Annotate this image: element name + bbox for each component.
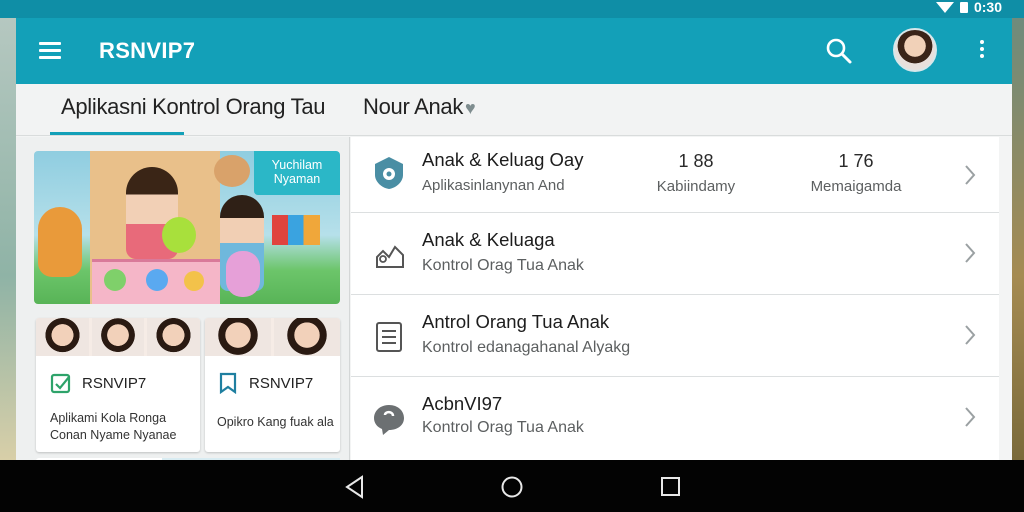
list-item-subtitle: Kontrol Orag Tua Anak <box>422 419 584 436</box>
check-square-icon <box>50 373 71 394</box>
stat-label: Memaigamda <box>810 178 902 195</box>
avatar[interactable] <box>893 28 937 72</box>
search-icon[interactable] <box>824 36 854 66</box>
shield-gear-icon <box>375 157 403 189</box>
list-icon <box>376 322 402 352</box>
feature-card[interactable]: RSNVIP7 Aplikami Kola Ronga Conan Nyame … <box>36 318 200 452</box>
feature-card[interactable]: RSNVIP7 Opikro Kang fuak ala <box>205 318 340 452</box>
hero-banner[interactable]: Yuchilam Nyaman <box>34 151 340 304</box>
status-bar: 0:30 <box>0 0 1024 18</box>
list-item-title: Antrol Orang Tua Anak <box>422 311 610 332</box>
card-description: Aplikami Kola Ronga Conan Nyame Nyanae <box>50 411 177 442</box>
tab-indicator <box>50 132 184 135</box>
list-item[interactable]: Antrol Orang Tua Anak Kontrol edanagahan… <box>351 295 999 377</box>
family-icon <box>376 245 404 268</box>
stat-value: 1 88 <box>678 151 714 171</box>
list-item-title: Anak & Keluaga <box>422 229 555 250</box>
list-item-title: AcbnVI97 <box>422 393 503 414</box>
card-photo-strip <box>36 318 200 356</box>
chevron-right-icon <box>965 165 976 185</box>
card-description: Opikro Kang fuak ala <box>217 415 334 429</box>
list-item[interactable]: Anak & Keluag Oay Aplikasinlanynan And 1… <box>351 137 999 213</box>
more-vert-icon[interactable] <box>978 40 986 62</box>
stat-block: 1 88 Kabiindamy <box>641 151 751 195</box>
app-window: RSNVIP7 Aplikasni Kontrol Orang Tau Nour… <box>16 18 1012 460</box>
stat-label: Kabiindamy <box>656 178 736 195</box>
hero-badge: Yuchilam Nyaman <box>254 151 340 195</box>
system-nav-bar <box>0 460 1024 512</box>
heart-icon: ♥ <box>465 98 476 118</box>
background-left <box>0 0 16 460</box>
stat-block: 1 76 Memaigamda <box>791 151 921 195</box>
card-title: RSNVIP7 <box>82 374 147 392</box>
left-pane: Yuchilam Nyaman RSNVIP7 Aplikami Kola Ro… <box>16 137 350 460</box>
tab-child-label: Nour Anak <box>363 94 464 119</box>
status-time: 0:30 <box>973 0 1002 15</box>
toy-blocks-image <box>272 215 320 245</box>
card-title: RSNVIP7 <box>249 374 314 392</box>
stat-value: 1 76 <box>838 151 874 171</box>
background-right <box>1010 0 1024 460</box>
back-icon[interactable] <box>342 474 368 500</box>
app-bar: RSNVIP7 <box>16 18 1012 84</box>
list-item-title: Anak & Keluag Oay <box>422 149 584 170</box>
list-item-subtitle: Aplikasinlanynan And <box>422 177 565 194</box>
wifi-icon <box>935 1 954 13</box>
recents-icon[interactable] <box>658 474 684 500</box>
tab-parental-control[interactable]: Aplikasni Kontrol Orang Tau <box>61 94 326 120</box>
battery-icon <box>959 1 968 13</box>
tab-bar: Aplikasni Kontrol Orang Tau Nour Anak ♥ <box>16 84 1012 136</box>
list-item[interactable]: Anak & Keluaga Kontrol Orag Tua Anak <box>351 213 999 295</box>
chevron-right-icon <box>965 243 976 263</box>
bookmark-icon <box>219 372 237 394</box>
teddy-bear-image <box>38 207 82 277</box>
chevron-right-icon <box>965 325 976 345</box>
list-item-subtitle: Kontrol edanagahanal Alyakg <box>422 339 631 356</box>
bear-toy-image <box>214 155 250 187</box>
list-item-subtitle: Kontrol Orag Tua Anak <box>422 257 584 274</box>
app-title: RSNVIP7 <box>99 38 196 63</box>
chat-icon <box>374 405 404 435</box>
tab-child[interactable]: Nour Anak ♥ <box>363 94 476 120</box>
menu-icon[interactable] <box>39 42 61 59</box>
card-photo-strip <box>205 318 340 356</box>
feature-list: Anak & Keluag Oay Aplikasinlanynan And 1… <box>351 137 999 460</box>
home-icon[interactable] <box>499 474 525 500</box>
green-toy-image <box>162 217 196 253</box>
chevron-right-icon <box>965 407 976 427</box>
list-item[interactable]: AcbnVI97 Kontrol Orag Tua Anak <box>351 377 999 460</box>
